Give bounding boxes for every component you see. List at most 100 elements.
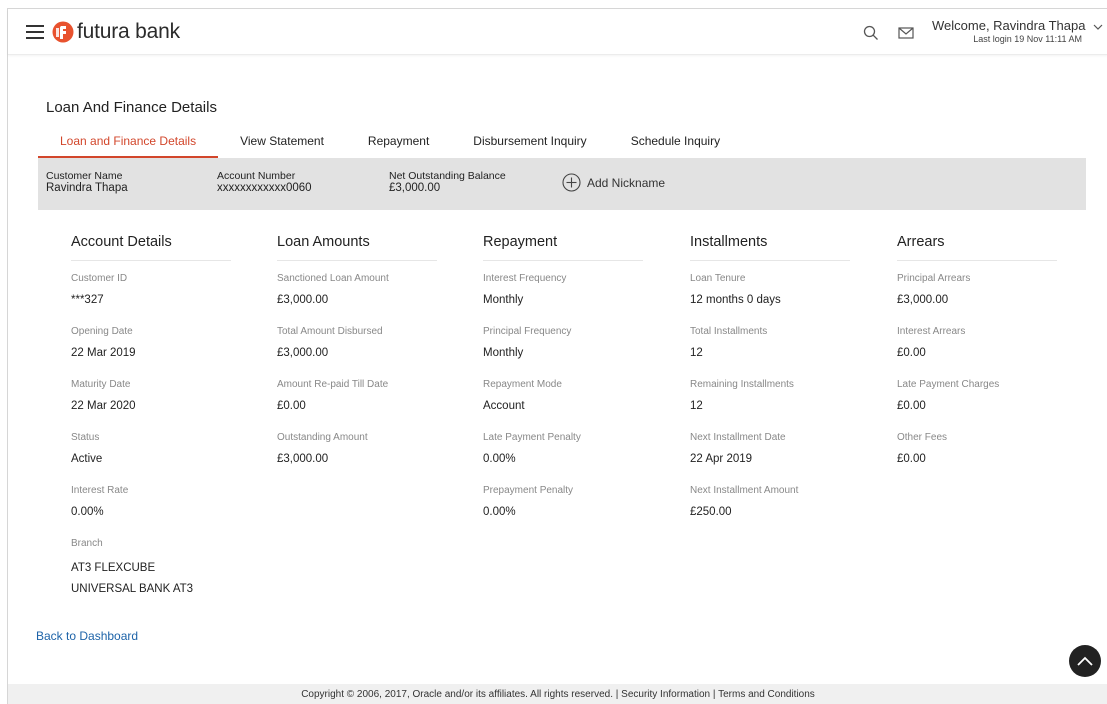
- scroll-to-top-button[interactable]: [1069, 645, 1101, 677]
- plus-circle-icon: [562, 173, 581, 192]
- field-label: Interest Arrears: [897, 326, 966, 337]
- section-title: Account Details: [71, 234, 231, 261]
- field-value: 12 months 0 days: [690, 294, 781, 306]
- field-value: £250.00: [690, 506, 732, 518]
- account-number-label: Account Number: [217, 170, 296, 182]
- terms-and-conditions-link[interactable]: Terms and Conditions: [718, 689, 815, 700]
- field-label: Prepayment Penalty: [483, 485, 574, 496]
- footer-separator: |: [615, 689, 619, 700]
- welcome-text: Welcome, Ravindra Thapa: [932, 18, 1086, 33]
- add-nickname-button[interactable]: Add Nickname: [562, 173, 665, 192]
- detail-field: Prepayment Penalty 0.00%: [483, 485, 643, 538]
- field-label: Other Fees: [897, 432, 948, 443]
- loan-amounts-section: Loan Amounts Sanctioned Loan Amount £3,0…: [277, 234, 437, 485]
- field-label: Next Installment Amount: [690, 485, 799, 496]
- detail-field: Repayment Mode Account: [483, 379, 643, 432]
- detail-field: Total Installments 12: [690, 326, 850, 379]
- tab-bar: Loan and Finance Details View Statement …: [38, 133, 742, 158]
- balance-summary: Net Outstanding Balance £3,000.00: [389, 170, 506, 194]
- detail-field: Other Fees £0.00: [897, 432, 1057, 485]
- field-label: Sanctioned Loan Amount: [277, 273, 389, 284]
- detail-field: Interest Rate 0.00%: [71, 485, 231, 538]
- field-value: Account: [483, 400, 525, 412]
- field-value: £3,000.00: [277, 453, 329, 465]
- field-value: 22 Apr 2019: [690, 453, 753, 465]
- customer-name-summary: Customer Name Ravindra Thapa: [46, 170, 128, 194]
- brand-logo[interactable]: futura bank: [52, 20, 180, 44]
- customer-name-label: Customer Name: [46, 170, 123, 182]
- field-label: Total Installments: [690, 326, 768, 337]
- field-label: Next Installment Date: [690, 432, 786, 443]
- field-value: AT3 FLEXCUBE UNIVERSAL BANK AT3: [71, 562, 194, 595]
- search-icon[interactable]: [863, 25, 879, 41]
- field-value: 12: [690, 347, 703, 359]
- field-value: Active: [71, 453, 103, 465]
- detail-field: Outstanding Amount £3,000.00: [277, 432, 437, 485]
- tab-view-statement[interactable]: View Statement: [218, 133, 346, 158]
- detail-field: Late Payment Charges £0.00: [897, 379, 1057, 432]
- account-number-value: xxxxxxxxxxxx0060: [217, 182, 312, 194]
- field-label: Remaining Installments: [690, 379, 794, 390]
- detail-field: Loan Tenure 12 months 0 days: [690, 273, 850, 326]
- top-header: futura bank Welcome, Ravindra Thapa Last…: [8, 9, 1107, 55]
- field-label: Repayment Mode: [483, 379, 562, 390]
- detail-field: Principal Arrears £3,000.00: [897, 273, 1057, 326]
- field-value: 0.00%: [483, 453, 516, 465]
- detail-field: Maturity Date 22 Mar 2020: [71, 379, 231, 432]
- field-label: Branch: [71, 538, 103, 549]
- detail-field: Late Payment Penalty 0.00%: [483, 432, 643, 485]
- balance-label: Net Outstanding Balance: [389, 170, 506, 182]
- field-value: ***327: [71, 294, 104, 306]
- field-label: Principal Arrears: [897, 273, 971, 284]
- field-label: Late Payment Penalty: [483, 432, 581, 443]
- tab-repayment[interactable]: Repayment: [346, 133, 451, 158]
- field-label: Interest Rate: [71, 485, 129, 496]
- chevron-up-icon: [1077, 656, 1093, 666]
- repayment-section: Repayment Interest Frequency Monthly Pri…: [483, 234, 643, 538]
- field-value: £0.00: [897, 347, 926, 359]
- detail-field: Amount Re-paid Till Date £0.00: [277, 379, 437, 432]
- customer-name-value: Ravindra Thapa: [46, 182, 128, 194]
- copyright-text: Copyright © 2006, 2017, Oracle and/or it…: [301, 689, 613, 700]
- field-value: 0.00%: [483, 506, 516, 518]
- user-menu[interactable]: Welcome, Ravindra Thapa Last login 19 No…: [932, 18, 1103, 44]
- section-title: Arrears: [897, 234, 1057, 261]
- field-value: 12: [690, 400, 703, 412]
- field-value: £3,000.00: [277, 347, 329, 359]
- detail-field: Customer ID ***327: [71, 273, 231, 326]
- field-value: 22 Mar 2020: [71, 400, 136, 412]
- back-to-dashboard-link[interactable]: Back to Dashboard: [36, 629, 138, 643]
- account-details-section: Account Details Customer ID ***327 Openi…: [71, 234, 231, 618]
- arrears-section: Arrears Principal Arrears £3,000.00 Inte…: [897, 234, 1057, 485]
- detail-field: Principal Frequency Monthly: [483, 326, 643, 379]
- field-value: Monthly: [483, 347, 524, 359]
- app-frame: futura bank Welcome, Ravindra Thapa Last…: [7, 8, 1107, 704]
- detail-field: Branch AT3 FLEXCUBE UNIVERSAL BANK AT3: [71, 538, 231, 618]
- tab-disbursement-inquiry[interactable]: Disbursement Inquiry: [451, 133, 608, 158]
- section-title: Repayment: [483, 234, 643, 261]
- detail-field: Next Installment Amount £250.00: [690, 485, 850, 538]
- balance-value: £3,000.00: [389, 182, 441, 194]
- hamburger-menu-icon[interactable]: [26, 25, 44, 39]
- tab-schedule-inquiry[interactable]: Schedule Inquiry: [609, 133, 742, 158]
- brand-name: futura bank: [77, 20, 180, 43]
- detail-field: Next Installment Date 22 Apr 2019: [690, 432, 850, 485]
- field-label: Late Payment Charges: [897, 379, 1000, 390]
- tab-loan-and-finance-details[interactable]: Loan and Finance Details: [38, 133, 219, 158]
- field-value: £0.00: [897, 400, 926, 412]
- futura-logo-icon: [52, 21, 74, 43]
- page-title: Loan And Finance Details: [46, 99, 217, 116]
- detail-field: Sanctioned Loan Amount £3,000.00: [277, 273, 437, 326]
- detail-field: Status Active: [71, 432, 231, 485]
- detail-field: Interest Frequency Monthly: [483, 273, 643, 326]
- security-information-link[interactable]: Security Information: [621, 689, 710, 700]
- chevron-down-icon: [1093, 24, 1103, 30]
- field-value: £3,000.00: [277, 294, 329, 306]
- detail-field: Interest Arrears £0.00: [897, 326, 1057, 379]
- mail-icon[interactable]: [898, 26, 914, 40]
- last-login-text: Last login 19 Nov 11:11 AM: [973, 34, 1082, 44]
- field-label: Total Amount Disbursed: [277, 326, 383, 337]
- field-label: Customer ID: [71, 273, 128, 284]
- field-value: 22 Mar 2019: [71, 347, 136, 359]
- section-title: Loan Amounts: [277, 234, 437, 261]
